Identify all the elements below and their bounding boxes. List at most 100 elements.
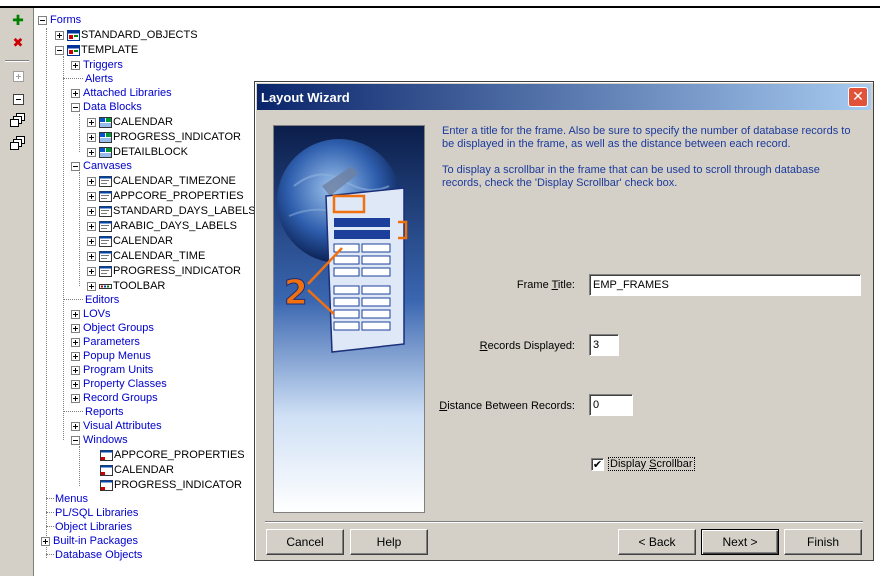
expand-toggle-icon[interactable] (87, 206, 96, 216)
collapse-icon[interactable] (8, 90, 28, 108)
tree-node-program-units[interactable]: Program Units (71, 363, 153, 377)
tree-node-block-detailblock[interactable]: DETAILBLOCK (87, 145, 188, 159)
tree-node-label: PROGRESS_INDICATOR (114, 479, 242, 491)
tree-node-label: Menus (55, 493, 89, 505)
records-displayed-input[interactable] (589, 334, 619, 356)
tree-node-canvas-progress-indicator[interactable]: PROGRESS_INDICATOR (87, 264, 241, 278)
expand-toggle-icon[interactable] (71, 393, 80, 403)
next-button[interactable]: Next > (701, 529, 779, 555)
expand-toggle-icon[interactable] (87, 281, 96, 291)
expand-icon[interactable] (8, 67, 28, 85)
tree-node-canvas-calendar[interactable]: CALENDAR (87, 234, 173, 248)
expand-toggle-icon[interactable] (87, 266, 96, 276)
tree-node-attached-libraries[interactable]: Attached Libraries (71, 86, 172, 100)
tree-node-plsql-libraries[interactable]: PL/SQL Libraries (55, 506, 138, 520)
tree-node-label: Built-in Packages (53, 535, 138, 547)
delete-icon[interactable]: ✖ (8, 34, 28, 52)
tree-node-template[interactable]: TEMPLATE (55, 43, 138, 57)
tree-node-canvas-calendar-timezone[interactable]: CALENDAR_TIMEZONE (87, 174, 236, 188)
display-scrollbar-checkbox[interactable]: ✔ (591, 457, 604, 471)
tree-node-label: Windows (83, 434, 128, 446)
expand-toggle-icon[interactable] (71, 379, 80, 389)
expand-toggle-icon[interactable] (71, 351, 80, 361)
instruction-text: Enter a title for the frame. Also be sur… (442, 125, 862, 203)
expand-toggle-icon[interactable] (87, 147, 96, 157)
tree-node-object-libraries[interactable]: Object Libraries (55, 520, 132, 534)
tree-node-lovs[interactable]: LOVs (71, 307, 111, 321)
distance-between-records-input[interactable] (589, 394, 633, 416)
tree-node-window-calendar[interactable]: CALENDAR (100, 463, 174, 477)
tree-node-window-progress-indicator[interactable]: PROGRESS_INDICATOR (100, 478, 242, 492)
tree-node-label: ARABIC_DAYS_LABELS (113, 220, 237, 232)
expand-toggle-icon[interactable] (71, 337, 80, 347)
finish-button[interactable]: Finish (784, 529, 862, 555)
expand-toggle-icon[interactable] (71, 88, 80, 98)
canvas-icon (99, 265, 112, 277)
back-button[interactable]: < Back (618, 529, 696, 555)
expand-toggle-icon[interactable] (87, 176, 96, 186)
label-mnemonic: D (439, 400, 448, 412)
tree-node-reports[interactable]: Reports (85, 405, 124, 419)
tree-node-data-blocks[interactable]: Data Blocks (71, 100, 142, 114)
tree-node-builtin-packages[interactable]: Built-in Packages (41, 534, 138, 548)
expand-toggle-icon[interactable] (87, 251, 96, 261)
dialog-titlebar[interactable]: Layout Wizard ✕ (257, 84, 871, 110)
tree-node-visual-attributes[interactable]: Visual Attributes (71, 419, 162, 433)
expand-toggle-icon[interactable] (71, 323, 80, 333)
tree-node-standard-objects[interactable]: STANDARD_OBJECTS (55, 28, 198, 42)
tree-node-canvas-toolbar[interactable]: TOOLBAR (87, 279, 165, 293)
collapse-all-icon[interactable] (8, 135, 28, 153)
tree-node-canvases[interactable]: Canvases (71, 159, 132, 173)
collapse-toggle-icon[interactable] (55, 45, 64, 55)
tree-node-object-groups[interactable]: Object Groups (71, 321, 154, 335)
window-icon (100, 479, 113, 491)
tree-node-canvas-calendar-time[interactable]: CALENDAR_TIME (87, 249, 205, 263)
expand-toggle-icon[interactable] (71, 365, 80, 375)
display-scrollbar-option[interactable]: ✔ Display Scrollbar (591, 457, 695, 471)
tree-node-triggers[interactable]: Triggers (71, 58, 123, 72)
data-block-icon (99, 131, 112, 143)
tree-node-windows[interactable]: Windows (71, 433, 128, 447)
expand-toggle-icon[interactable] (87, 191, 96, 201)
collapse-toggle-icon[interactable] (71, 435, 80, 445)
expand-toggle-icon[interactable] (71, 421, 80, 431)
display-scrollbar-label[interactable]: Display Scrollbar (608, 457, 695, 471)
tree-node-canvas-standard-days-labels[interactable]: STANDARD_DAYS_LABELS (87, 204, 256, 218)
tree-node-block-calendar[interactable]: CALENDAR (87, 115, 173, 129)
tree-node-label: Database Objects (55, 549, 143, 561)
object-navigator-toolbar: ✚ ✖ (0, 8, 34, 576)
tree-node-block-progress-indicator[interactable]: PROGRESS_INDICATOR (87, 130, 241, 144)
expand-toggle-icon[interactable] (87, 132, 96, 142)
expand-toggle-icon[interactable] (41, 536, 50, 546)
tree-node-label: Property Classes (83, 378, 167, 390)
tree-node-label: PROGRESS_INDICATOR (113, 265, 241, 277)
tree-node-property-classes[interactable]: Property Classes (71, 377, 167, 391)
collapse-toggle-icon[interactable] (38, 15, 47, 25)
frame-title-input[interactable] (589, 274, 861, 296)
collapse-toggle-icon[interactable] (71, 161, 80, 171)
expand-all-icon[interactable] (8, 112, 28, 130)
tree-node-database-objects[interactable]: Database Objects (55, 548, 142, 562)
collapse-toggle-icon[interactable] (71, 102, 80, 112)
expand-toggle-icon[interactable] (87, 117, 96, 127)
tree-node-parameters[interactable]: Parameters (71, 335, 140, 349)
tree-node-window-appcore-properties[interactable]: APPCORE_PROPERTIES (100, 448, 245, 462)
help-button[interactable]: Help (350, 529, 428, 555)
tree-node-canvas-arabic-days-labels[interactable]: ARABIC_DAYS_LABELS (87, 219, 237, 233)
expand-toggle-icon[interactable] (87, 221, 96, 231)
tree-node-menus[interactable]: Menus (55, 492, 88, 506)
expand-toggle-icon[interactable] (71, 60, 80, 70)
tree-node-record-groups[interactable]: Record Groups (71, 391, 158, 405)
expand-toggle-icon[interactable] (71, 309, 80, 319)
tree-node-canvas-appcore-properties[interactable]: APPCORE_PROPERTIES (87, 189, 244, 203)
close-button[interactable]: ✕ (848, 87, 868, 107)
tree-node-popup-menus[interactable]: Popup Menus (71, 349, 151, 363)
expand-toggle-icon[interactable] (87, 236, 96, 246)
expand-toggle-icon[interactable] (55, 30, 64, 40)
tree-node-forms[interactable]: Forms (38, 13, 81, 27)
create-icon[interactable]: ✚ (8, 12, 28, 30)
tree-node-label: Object Groups (83, 322, 154, 334)
tree-node-editors[interactable]: Editors (85, 293, 119, 307)
tree-node-alerts[interactable]: Alerts (85, 72, 113, 86)
cancel-button[interactable]: Cancel (266, 529, 344, 555)
